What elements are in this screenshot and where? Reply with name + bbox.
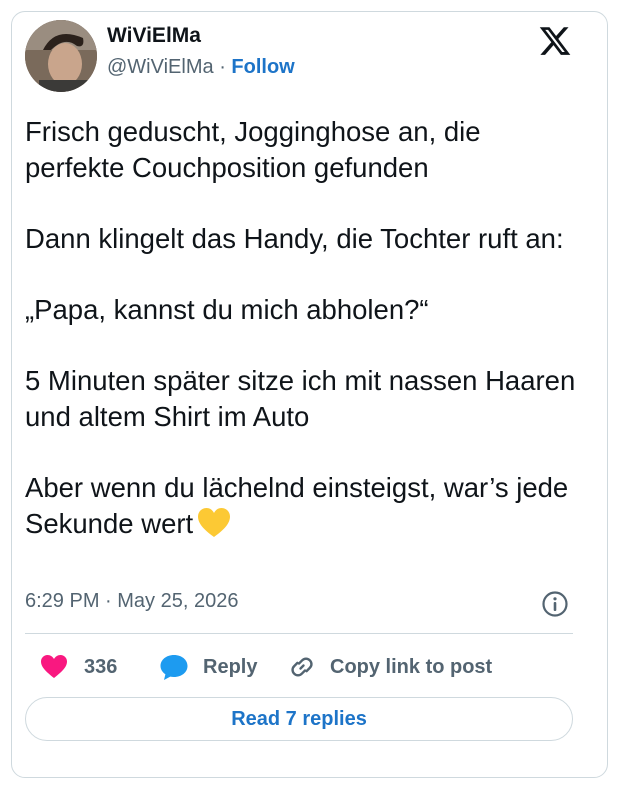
like-button[interactable]: 336 [40, 652, 117, 682]
author-name[interactable]: WiViElMa [107, 24, 201, 48]
read-replies-button[interactable]: Read 7 replies [25, 697, 573, 741]
follow-link[interactable]: Follow [231, 56, 294, 78]
info-icon[interactable] [541, 590, 569, 618]
speech-bubble-icon [160, 655, 188, 680]
x-logo-icon[interactable] [538, 24, 572, 58]
tweet-paragraph: Dann klingelt das Handy, die Tochter ruf… [25, 223, 564, 254]
author-handle-row: @WiViElMa · Follow [107, 56, 295, 79]
yellow-heart-icon [197, 507, 231, 548]
copy-link-button[interactable]: Copy link to post [288, 652, 492, 682]
link-icon [291, 657, 313, 677]
reply-label: Reply [203, 655, 258, 678]
tweet-paragraph-last: Aber wenn du lächelnd einsteigst, war’s … [25, 470, 580, 548]
tweet-text: Frisch geduscht, Jogginghose an, die per… [25, 114, 580, 548]
tweet-paragraph: Aber wenn du lächelnd einsteigst, war’s … [25, 472, 569, 539]
separator-dot: · [219, 56, 226, 78]
copy-link-label: Copy link to post [330, 655, 493, 678]
reply-button[interactable]: Reply [159, 652, 257, 682]
tweet-paragraph: Frisch geduscht, Jogginghose an, die per… [25, 116, 481, 183]
like-count: 336 [84, 655, 118, 678]
tweet-paragraph: „Papa, kannst du mich abholen?“ [25, 294, 429, 325]
avatar-photo [25, 20, 97, 92]
author-handle[interactable]: @WiViElMa [107, 56, 214, 78]
read-replies-label: Read 7 replies [231, 707, 367, 730]
avatar[interactable] [25, 20, 97, 92]
divider [25, 633, 573, 634]
timestamp[interactable]: 6:29 PM · May 25, 2026 [25, 590, 238, 613]
tweet-paragraph: 5 Minuten später sitze ich mit nassen Ha… [25, 365, 576, 432]
heart-icon [41, 655, 67, 678]
